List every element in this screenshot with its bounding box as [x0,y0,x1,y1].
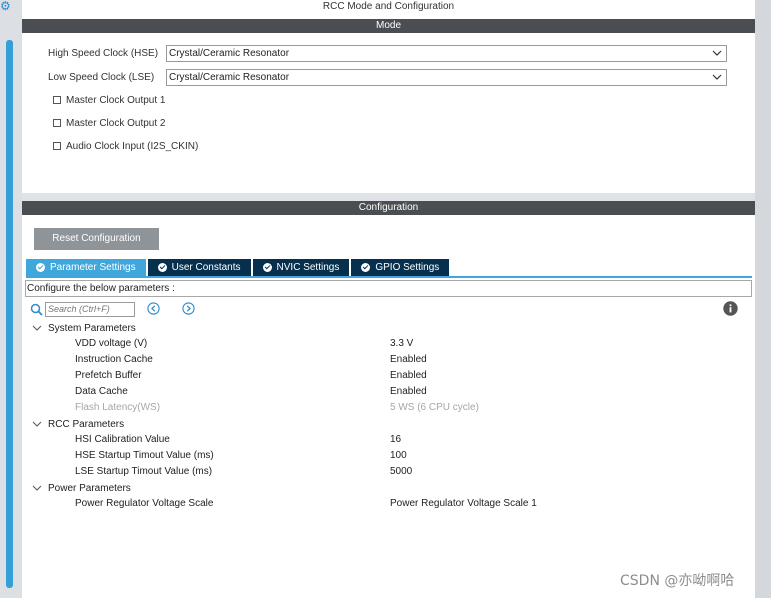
param-name: HSE Startup Timout Value (ms) [75,450,214,461]
tree-group-rcc-parameters[interactable]: RCC Parameters [32,416,124,432]
param-value[interactable]: 5000 [390,464,412,480]
tab-underline [26,276,752,278]
tab-parameter-settings[interactable]: Parameter Settings [26,259,146,276]
panel-title: RCC Mode and Configuration [22,0,755,16]
left-rail: ⚙ [0,0,22,598]
tab-label: NVIC Settings [276,262,340,273]
tree-group-power-parameters[interactable]: Power Parameters [32,480,131,496]
chevron-down-icon [712,74,722,80]
section-divider[interactable] [22,193,755,201]
tab-user-constants[interactable]: User Constants [147,259,251,276]
check-circle-icon [157,263,167,272]
param-value[interactable]: 16 [390,432,401,448]
lse-row: Low Speed Clock (LSE) Crystal/Ceramic Re… [48,68,727,86]
mode-section-header: Mode [22,19,755,33]
hse-label: High Speed Clock (HSE) [48,47,159,59]
check-circle-icon [262,263,272,272]
param-name: LSE Startup Timout Value (ms) [75,466,213,477]
master-clock-output-1-option[interactable]: Master Clock Output 1 [53,93,165,107]
master-clock-output-2-option[interactable]: Master Clock Output 2 [53,116,165,130]
audio-clock-input-checkbox[interactable] [53,142,61,150]
group-label: RCC Parameters [48,418,125,430]
search-icon[interactable] [30,303,43,316]
chevron-down-icon [712,50,722,56]
audio-clock-input-option[interactable]: Audio Clock Input (I2S_CKIN) [53,139,198,153]
right-edge-panel [755,0,771,598]
lse-label: Low Speed Clock (LSE) [48,71,155,83]
lse-select-value: Crystal/Ceramic Resonator [169,71,290,83]
master-clock-output-2-label: Master Clock Output 2 [66,117,166,129]
reset-configuration-button[interactable]: Reset Configuration [34,228,159,250]
config-tabs: Parameter Settings User Constants NVIC S… [26,259,451,276]
param-name: Prefetch Buffer [75,370,142,381]
lse-select[interactable]: Crystal/Ceramic Resonator [166,68,727,86]
config-instructions: Configure the below parameters : [25,280,752,297]
param-name: VDD voltage (V) [75,338,148,349]
search-input[interactable] [45,301,135,317]
tab-gpio-settings[interactable]: GPIO Settings [351,259,450,276]
group-label: System Parameters [48,322,136,334]
param-name: Instruction Cache [75,354,153,365]
tab-label: User Constants [171,262,241,273]
info-icon[interactable] [723,301,738,316]
audio-clock-input-label: Audio Clock Input (I2S_CKIN) [66,140,199,152]
group-label: Power Parameters [48,482,131,494]
param-name: Power Regulator Voltage Scale [75,498,214,509]
param-value[interactable]: Power Regulator Voltage Scale 1 [390,496,537,512]
watermark-text: CSDN @亦呦啊哈 [620,573,735,589]
tab-nvic-settings[interactable]: NVIC Settings [252,259,350,276]
param-value[interactable]: Enabled [390,352,427,368]
chevron-down-icon [32,325,42,331]
param-value[interactable]: Enabled [390,368,427,384]
check-circle-icon [361,263,371,272]
tab-label: GPIO Settings [375,262,440,273]
hse-select[interactable]: Crystal/Ceramic Resonator [166,44,727,62]
check-circle-icon [36,263,45,272]
chevron-down-icon [32,421,42,427]
previous-match-icon[interactable] [147,302,160,315]
search-bar [30,301,135,317]
param-value[interactable]: 3.3 V [390,336,413,352]
hse-select-value: Crystal/Ceramic Resonator [169,47,290,59]
tab-label: Parameter Settings [50,262,136,273]
gear-icon[interactable]: ⚙ [0,0,12,12]
tree-group-system-parameters[interactable]: System Parameters [32,320,136,336]
next-match-icon[interactable] [182,302,195,315]
master-clock-output-2-checkbox[interactable] [53,119,61,127]
chevron-down-icon [32,485,42,491]
side-scrollbar[interactable] [6,40,13,588]
master-clock-output-1-label: Master Clock Output 1 [66,94,166,106]
param-value: 5 WS (6 CPU cycle) [390,402,479,413]
param-value[interactable]: 100 [390,448,407,464]
param-name: Flash Latency(WS) [75,402,161,413]
master-clock-output-1-checkbox[interactable] [53,96,61,104]
param-name: Data Cache [75,386,128,397]
hse-row: High Speed Clock (HSE) Crystal/Ceramic R… [48,44,727,62]
param-name: HSI Calibration Value [75,434,170,445]
configuration-section-header: Configuration [22,201,755,215]
param-value[interactable]: Enabled [390,384,427,400]
